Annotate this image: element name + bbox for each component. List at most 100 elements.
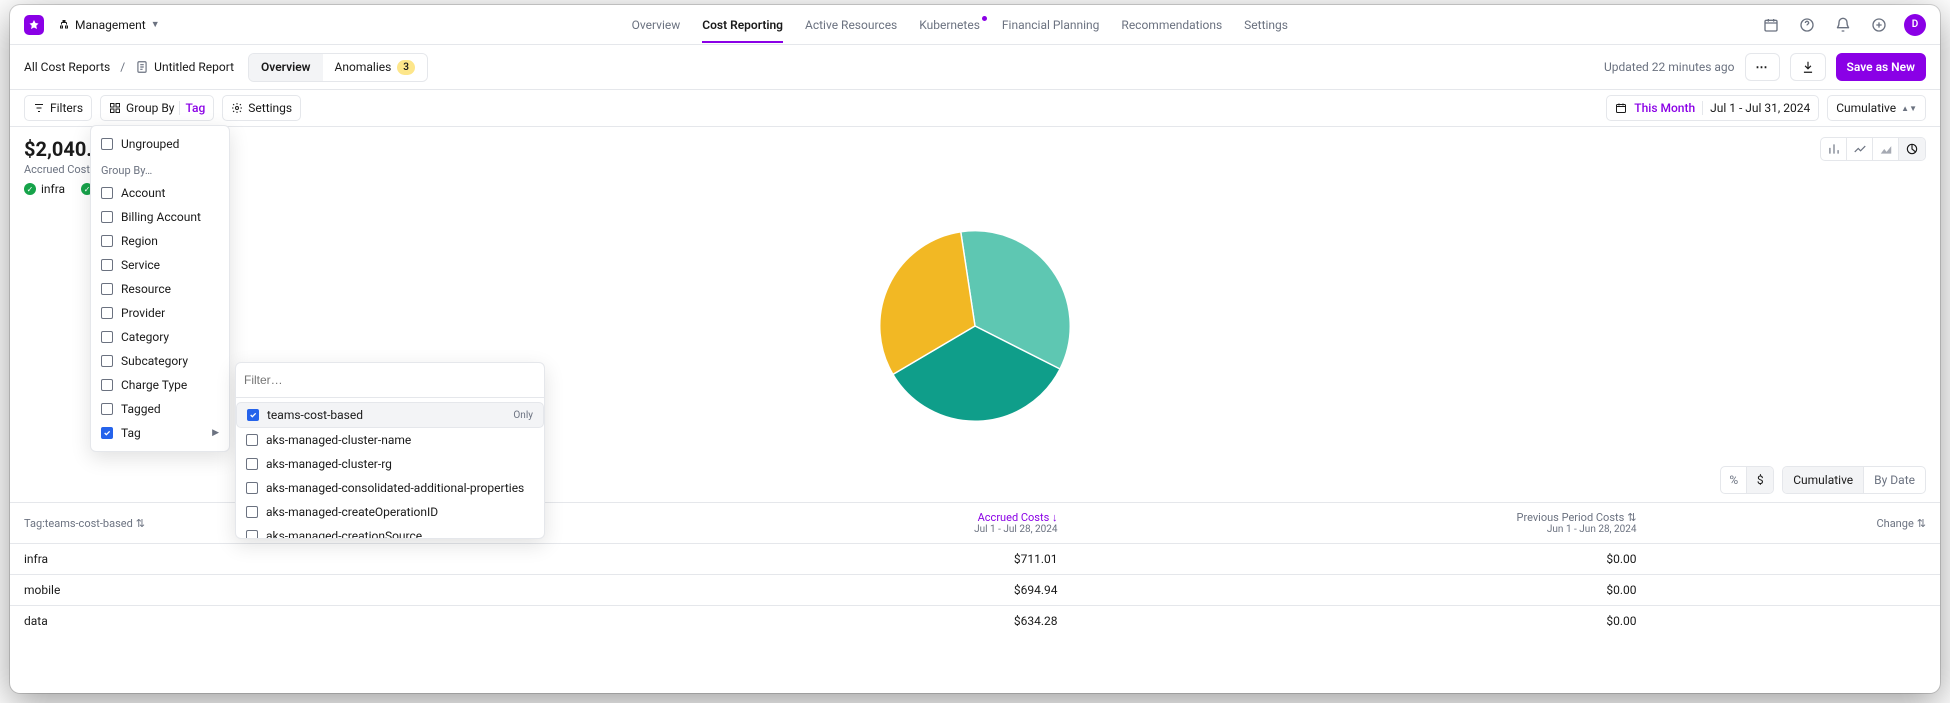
groupby-option[interactable]: Resource [91, 277, 229, 301]
checkbox-icon [101, 427, 113, 439]
download-icon [1801, 60, 1815, 74]
view-toggle: Cumulative By Date [1782, 466, 1926, 494]
arrow-down-icon: ↓ [1052, 511, 1058, 524]
table-row[interactable]: mobile$694.94$0.00 [10, 575, 1940, 606]
checkbox-icon [101, 187, 113, 199]
breadcrumb-separator: / [120, 60, 125, 74]
groupby-option[interactable]: Region [91, 229, 229, 253]
col-change[interactable]: Change⇅ [1651, 503, 1941, 544]
nav-financial-planning[interactable]: Financial Planning [1002, 8, 1100, 42]
groupby-option[interactable]: Billing Account [91, 205, 229, 229]
more-button[interactable]: ⋯ [1745, 53, 1780, 81]
org-switcher[interactable]: Management ▼ [58, 18, 160, 32]
checkbox-icon [101, 379, 113, 391]
sort-icon: ▲▼ [1901, 106, 1917, 111]
tag-submenu: teams-cost-basedOnlyaks-managed-cluster-… [235, 362, 545, 539]
notification-dot [982, 16, 987, 21]
bydate-toggle[interactable]: By Date [1864, 467, 1925, 493]
calendar-icon [1615, 102, 1627, 114]
unit-toggle: % $ [1720, 466, 1774, 494]
sort-icon: ⇅ [136, 517, 145, 530]
cumulative-select[interactable]: Cumulative▲▼ [1827, 95, 1926, 121]
nav-overview[interactable]: Overview [632, 8, 681, 42]
document-icon [135, 60, 149, 74]
nav-recommendations[interactable]: Recommendations [1121, 8, 1222, 42]
line-chart-icon[interactable] [1847, 138, 1873, 160]
dollar-toggle[interactable]: $ [1747, 467, 1773, 493]
help-icon[interactable] [1796, 14, 1818, 36]
filters-button[interactable]: Filters [24, 95, 92, 121]
sort-icon: ⇅ [1917, 517, 1926, 530]
checkbox-icon [101, 259, 113, 271]
updated-label: Updated 22 minutes ago [1604, 60, 1735, 74]
checkbox-icon [101, 235, 113, 247]
top-nav: Management ▼ Overview Cost Reporting Activ… [10, 5, 1940, 45]
org-name: Management [75, 18, 146, 32]
bar-chart-icon[interactable] [1821, 138, 1847, 160]
checkbox-icon [246, 482, 258, 494]
nav-active-resources[interactable]: Active Resources [805, 8, 897, 42]
gear-icon [231, 102, 243, 114]
tag-option[interactable]: aks-managed-cluster-name [236, 428, 544, 452]
checkbox-icon [101, 331, 113, 343]
checkbox-icon [101, 138, 113, 150]
add-icon[interactable] [1868, 14, 1890, 36]
app-logo[interactable] [24, 15, 44, 35]
legend-item[interactable]: ✓infra [24, 182, 65, 196]
checkbox-icon [101, 211, 113, 223]
pie-chart-icon[interactable] [1899, 138, 1925, 160]
groupby-head: Group By… [91, 156, 229, 181]
download-button[interactable] [1790, 53, 1826, 81]
groupby-option[interactable]: Tag▶ [91, 421, 229, 445]
tag-option[interactable]: aks-managed-consolidated-additional-prop… [236, 476, 544, 500]
cumulative-toggle[interactable]: Cumulative [1783, 467, 1864, 493]
save-button[interactable]: Save as New [1836, 53, 1926, 81]
groupby-option[interactable]: Subcategory [91, 349, 229, 373]
chevron-down-icon: ▼ [151, 19, 160, 30]
col-prev[interactable]: Previous Period Costs⇅Jun 1 - Jun 28, 20… [1072, 503, 1651, 544]
groupby-option[interactable]: Tagged [91, 397, 229, 421]
groupby-ungrouped[interactable]: Ungrouped [91, 132, 229, 156]
percent-toggle[interactable]: % [1721, 467, 1747, 493]
sub-header: All Cost Reports / Untitled Report Overv… [10, 45, 1940, 89]
groupby-option[interactable]: Charge Type [91, 373, 229, 397]
date-range-button[interactable]: This Month Jul 1 - Jul 31, 2024 [1606, 95, 1819, 121]
groupby-option[interactable]: Service [91, 253, 229, 277]
bell-icon[interactable] [1832, 14, 1854, 36]
table-row[interactable]: infra$711.01$0.00 [10, 544, 1940, 575]
tab-anomalies[interactable]: Anomalies3 [323, 54, 427, 81]
groupby-option[interactable]: Provider [91, 301, 229, 325]
tag-option[interactable]: aks-managed-createOperationID [236, 500, 544, 524]
chart-type-switch [1820, 137, 1926, 161]
checkbox-icon [101, 355, 113, 367]
tag-option[interactable]: teams-cost-basedOnly [236, 402, 544, 428]
breadcrumb-root[interactable]: All Cost Reports [24, 60, 110, 74]
tag-option[interactable]: aks-managed-creationSource [236, 524, 544, 538]
tag-filter-search [236, 363, 544, 398]
groupby-option[interactable]: Category [91, 325, 229, 349]
tag-filter-input[interactable] [244, 371, 536, 389]
table-row[interactable]: data$634.28$0.00 [10, 606, 1940, 637]
settings-button[interactable]: Settings [222, 95, 301, 121]
report-title[interactable]: Untitled Report [135, 60, 234, 74]
group-icon [109, 102, 121, 114]
area-chart-icon[interactable] [1873, 138, 1899, 160]
nav-settings[interactable]: Settings [1244, 8, 1288, 42]
user-avatar[interactable]: D [1904, 14, 1926, 36]
tag-option[interactable]: aks-managed-cluster-rg [236, 452, 544, 476]
kebab-icon: ⋯ [1756, 60, 1769, 74]
anomaly-count-badge: 3 [397, 60, 415, 75]
nav-kubernetes[interactable]: Kubernetes [919, 8, 980, 42]
sort-icon: ⇅ [1627, 511, 1636, 524]
tab-overview[interactable]: Overview [249, 54, 323, 81]
only-button[interactable]: Only [513, 410, 533, 421]
checkbox-icon [101, 307, 113, 319]
checkbox-icon [246, 506, 258, 518]
groupby-button[interactable]: Group ByTag [100, 95, 214, 121]
checkbox-icon [247, 409, 259, 421]
main-nav: Overview Cost Reporting Active Resources Ku… [174, 8, 1746, 42]
calendar-icon[interactable] [1760, 14, 1782, 36]
nav-cost-reporting[interactable]: Cost Reporting [702, 8, 783, 42]
groupby-value: Tag [185, 101, 205, 115]
groupby-option[interactable]: Account [91, 181, 229, 205]
